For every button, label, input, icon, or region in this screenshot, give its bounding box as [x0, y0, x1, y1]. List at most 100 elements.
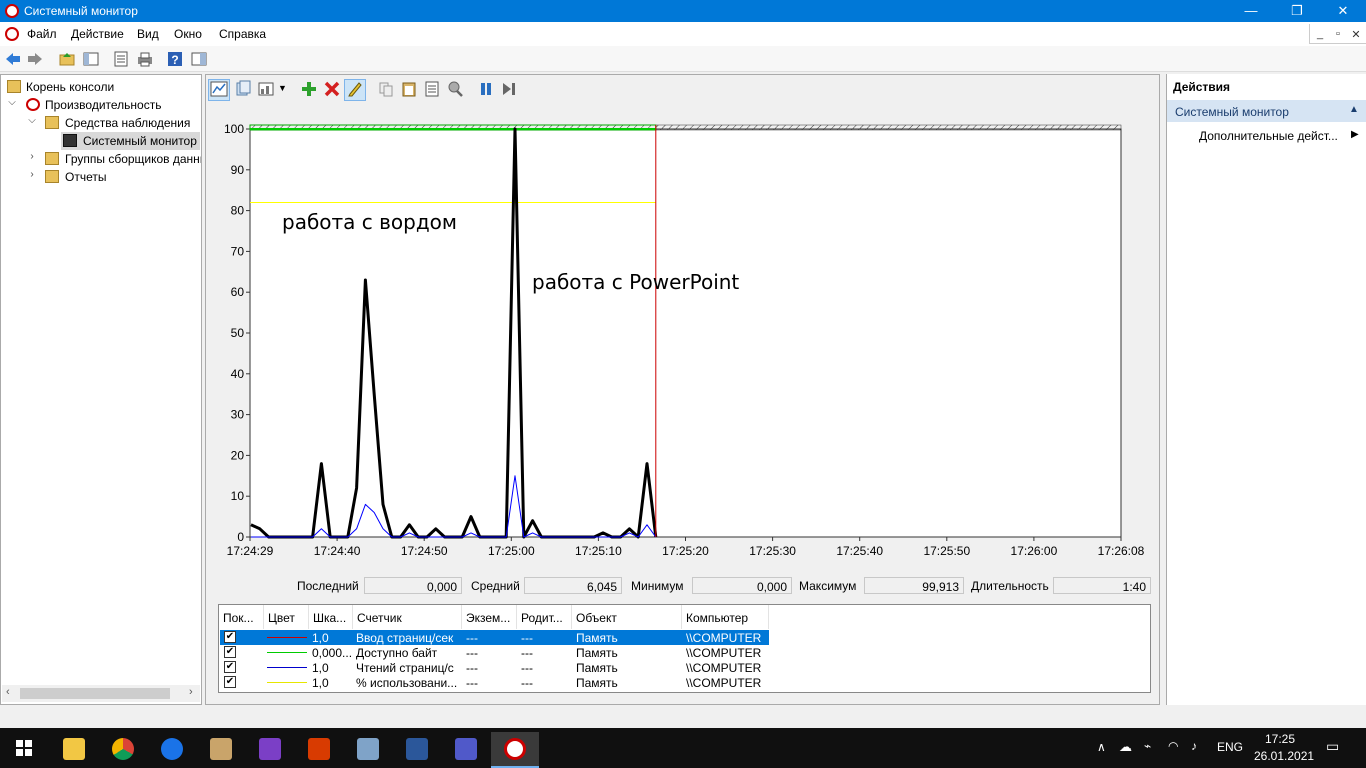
menu-action[interactable]: Действие [71, 27, 124, 41]
scroll-left-icon[interactable]: ‹ [6, 686, 10, 698]
volume-icon[interactable]: ♪ [1191, 739, 1197, 753]
col-instance-header[interactable]: Экзем... [462, 605, 517, 629]
clock-time[interactable]: 17:25 [1265, 732, 1295, 746]
windows-taskbar: ∧ ☁ ⌁ ◠ ♪ ENG 17:25 26.01.2021 ▭ [0, 728, 1366, 768]
actions-section-system-monitor[interactable]: Системный монитор ▲ [1167, 100, 1366, 122]
last-value: 0,000 [364, 577, 462, 594]
visual-studio-taskbar-icon[interactable] [246, 732, 294, 768]
onedrive-cloud-icon[interactable]: ☁ [1119, 739, 1132, 755]
col-show-header[interactable]: Пок... [219, 605, 264, 629]
collapse-chevron-icon[interactable]: ⌵ [26, 115, 38, 129]
tree-item-performance[interactable]: ⌵ Производительность [1, 96, 201, 114]
perfmon-taskbar-icon[interactable] [491, 732, 539, 768]
show-checkbox[interactable]: ✔ [224, 676, 236, 688]
y-tick-label: 70 [231, 244, 245, 258]
collapse-triangle-icon[interactable]: ▲ [1349, 104, 1359, 115]
notifications-icon[interactable]: ▭ [1326, 738, 1339, 755]
tree-item-monitoring-tools[interactable]: ⌵ Средства наблюдения [1, 114, 201, 132]
col-object-header[interactable]: Объект [572, 605, 682, 629]
close-button[interactable]: ✕ [1320, 0, 1366, 22]
col-scale-header[interactable]: Шка... [309, 605, 353, 629]
show-checkbox[interactable]: ✔ [224, 646, 236, 658]
menu-file[interactable]: Файл [27, 27, 57, 41]
x-tick-label: 17:25:20 [662, 544, 709, 558]
performance-tool-taskbar-icon[interactable] [344, 732, 392, 768]
col-color-header[interactable]: Цвет [264, 605, 309, 629]
forward-arrow-icon[interactable] [26, 50, 44, 68]
tree-horizontal-scrollbar[interactable]: ‹ › [2, 685, 200, 702]
counter-color-swatch [267, 652, 307, 653]
expand-chevron-icon[interactable]: › [26, 169, 38, 183]
x-tick-label: 17:26:00 [1011, 544, 1058, 558]
counter-computer: \\COMPUTER [686, 661, 762, 675]
legend-row[interactable]: ✔ 0,000... Доступно байт --- --- Память … [219, 645, 1150, 660]
system-monitor-pane: ▼ 100 90 80 70 60 50 40 30 20 10 0 17:24:29 17:24:40… [205, 74, 1160, 705]
folder-icon [45, 116, 59, 129]
menu-window[interactable]: Окно [174, 27, 202, 41]
col-parent-header[interactable]: Родит... [517, 605, 572, 629]
minimize-button[interactable]: — [1228, 0, 1274, 22]
menu-help[interactable]: Справка [219, 27, 266, 41]
scroll-right-icon[interactable]: › [189, 686, 193, 698]
expand-chevron-icon[interactable]: › [26, 151, 38, 165]
annotation-powerpoint: работа с PowerPoint [532, 270, 739, 294]
word-taskbar-icon[interactable] [393, 732, 441, 768]
mdi-minimize-button[interactable]: _ [1310, 28, 1330, 44]
tree-item-data-collector-sets[interactable]: › Группы сборщиков данных [1, 150, 201, 168]
more-actions-item[interactable]: Дополнительные дейст... [1199, 129, 1338, 143]
col-counter-header[interactable]: Счетчик [353, 605, 462, 629]
title-bar: Системный монитор — ❐ ✕ [0, 0, 1366, 22]
show-hide-tree-icon[interactable] [82, 50, 100, 68]
perfmon-app-icon [5, 4, 19, 18]
menu-view[interactable]: Вид [137, 27, 159, 41]
counter-object: Память [576, 646, 618, 660]
office-app-taskbar-icon[interactable] [295, 732, 343, 768]
print-icon[interactable] [136, 50, 154, 68]
up-folder-icon[interactable] [58, 50, 76, 68]
help-icon[interactable]: ? [166, 50, 184, 68]
tree-item-system-monitor[interactable]: Системный монитор [61, 132, 200, 150]
input-language-indicator[interactable]: ENG [1217, 740, 1243, 754]
col-computer-header[interactable]: Компьютер [682, 605, 769, 629]
chrome-taskbar-icon[interactable] [99, 732, 147, 768]
clock-date[interactable]: 26.01.2021 [1254, 749, 1314, 763]
performance-graph[interactable]: 100908070605040302010017:24:29 17:24:40 17… [206, 75, 1161, 575]
scrollbar-thumb[interactable] [20, 688, 170, 699]
windows-start-icon[interactable] [16, 740, 32, 756]
system-menu-icon[interactable] [5, 27, 19, 41]
properties-icon[interactable] [112, 50, 130, 68]
show-hide-action-pane-icon[interactable] [190, 50, 208, 68]
y-tick-label: 60 [231, 285, 245, 299]
y-tick-label: 100 [224, 122, 244, 136]
mdi-restore-button[interactable]: ▫ [1328, 28, 1348, 44]
mdi-close-button[interactable]: ✕ [1346, 28, 1366, 44]
legend-row[interactable]: ✔ 1,0 % использовани... --- --- Память \… [219, 675, 1150, 690]
y-tick-label: 0 [237, 530, 244, 544]
counter-object: Память [576, 631, 618, 645]
actions-pane: Действия Системный монитор ▲ Дополнитель… [1166, 74, 1366, 705]
submenu-arrow-icon[interactable]: ▶ [1351, 129, 1359, 140]
minimum-value: 0,000 [692, 577, 792, 594]
show-checkbox[interactable]: ✔ [224, 661, 236, 673]
statistics-bar: Последний 0,000 Средний 6,045 Минимум 0,… [206, 576, 1161, 596]
counter-instance: --- [466, 631, 478, 645]
paint-taskbar-icon[interactable] [197, 732, 245, 768]
power-icon[interactable]: ⌁ [1144, 739, 1151, 753]
counter-parent: --- [521, 646, 533, 660]
collapse-chevron-icon[interactable]: ⌵ [6, 97, 18, 111]
legend-row[interactable]: ✔ 1,0 Чтений страниц/с --- --- Память \\… [219, 660, 1150, 675]
tray-overflow-icon[interactable]: ∧ [1097, 740, 1106, 754]
wifi-icon[interactable]: ◠ [1168, 739, 1178, 753]
show-checkbox[interactable]: ✔ [224, 631, 236, 643]
maximize-button[interactable]: ❐ [1274, 0, 1320, 22]
x-tick-label: 17:25:30 [749, 544, 796, 558]
maps-taskbar-icon[interactable] [148, 732, 196, 768]
tree-item-reports[interactable]: › Отчеты [1, 168, 201, 186]
counter-scale: 1,0 [312, 676, 329, 690]
file-explorer-taskbar-icon[interactable] [50, 732, 98, 768]
tree-item-console-root[interactable]: Корень консоли [1, 78, 201, 96]
back-arrow-icon[interactable] [4, 50, 22, 68]
duration-value: 1:40 [1053, 577, 1151, 594]
legend-row[interactable]: ✔ 1,0 Ввод страниц/сек --- --- Память \\… [219, 630, 1150, 645]
teams-taskbar-icon[interactable] [442, 732, 490, 768]
